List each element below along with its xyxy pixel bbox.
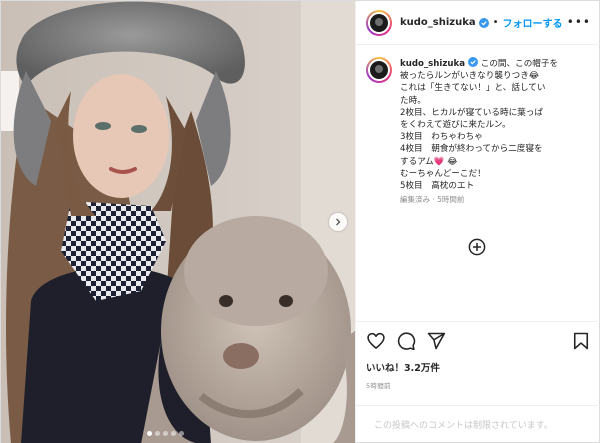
- post-photo: [1, 1, 355, 443]
- caption-text: kudo_shizuka この間、この帽子を 被ったらルンがいきなり襲りつき😂 …: [400, 57, 592, 206]
- comment-icon[interactable]: [396, 331, 416, 351]
- instagram-post: kudo_shizuka • フォローする ••• kudo_shizuka こ…: [0, 0, 600, 443]
- comment-restricted-text: この投稿へのコメントは制限されています。: [374, 420, 553, 431]
- paper-plane-icon[interactable]: [426, 331, 446, 351]
- verified-badge-icon: [468, 57, 478, 67]
- carousel-dot: [171, 431, 176, 436]
- username-link[interactable]: kudo_shizuka: [400, 17, 476, 28]
- caption-line: 2枚目、ヒカルが寝ている時に葉っぱ: [400, 107, 543, 118]
- caption-meta: 編集済み · 5時間前: [400, 195, 465, 205]
- caption-line: この間、この帽子を: [480, 59, 559, 69]
- comment-restricted-notice: この投稿へのコメントは制限されています。: [356, 405, 600, 442]
- post-header: kudo_shizuka • フォローする •••: [356, 1, 600, 45]
- separator: •: [492, 17, 499, 28]
- caption: kudo_shizuka この間、この帽子を 被ったらルンがいきなり襲りつき😂 …: [366, 57, 594, 206]
- carousel-dot: [147, 431, 152, 436]
- carousel-indicator: [147, 431, 184, 436]
- post-media[interactable]: [1, 1, 355, 443]
- caption-line: 4枚目 朝食が終わってから二度寝を: [400, 144, 543, 155]
- caption-line: 被ったらルンがいきなり襲りつき😂: [400, 71, 539, 82]
- like-count[interactable]: いいね！3.2万件: [366, 360, 591, 374]
- caption-line: するアム💗 😂: [400, 156, 458, 167]
- avatar[interactable]: [366, 57, 392, 83]
- avatar[interactable]: [366, 9, 392, 36]
- post-sidebar: kudo_shizuka • フォローする ••• kudo_shizuka こ…: [355, 1, 600, 442]
- caption-line: 3枚目 わちゃわちゃ: [400, 132, 483, 143]
- bookmark-icon[interactable]: [571, 331, 591, 351]
- next-image-button[interactable]: [329, 213, 347, 231]
- ellipsis-icon[interactable]: •••: [567, 15, 591, 29]
- caption-line: むーちゃんどーこだ！: [400, 168, 486, 179]
- chevron-right-icon: [336, 218, 341, 226]
- plus-circle-icon[interactable]: [468, 238, 486, 256]
- caption-line: 5枚目 高枕のエト: [400, 181, 475, 192]
- post-actions: いいね！3.2万件 5時間前: [356, 321, 600, 390]
- verified-badge-icon: [478, 17, 489, 28]
- carousel-dot: [155, 431, 160, 436]
- carousel-dot: [179, 431, 184, 436]
- caption-line: た時。: [400, 95, 426, 106]
- heart-icon[interactable]: [366, 331, 386, 351]
- carousel-dot: [163, 431, 168, 436]
- post-timestamp[interactable]: 5時間前: [366, 380, 591, 390]
- caption-line: これは「生きてない！」と、話してい: [400, 83, 546, 94]
- caption-username[interactable]: kudo_shizuka: [400, 59, 465, 69]
- caption-line: をくわえて遊びに来たルン。: [400, 120, 511, 131]
- follow-button[interactable]: フォローする: [503, 15, 563, 30]
